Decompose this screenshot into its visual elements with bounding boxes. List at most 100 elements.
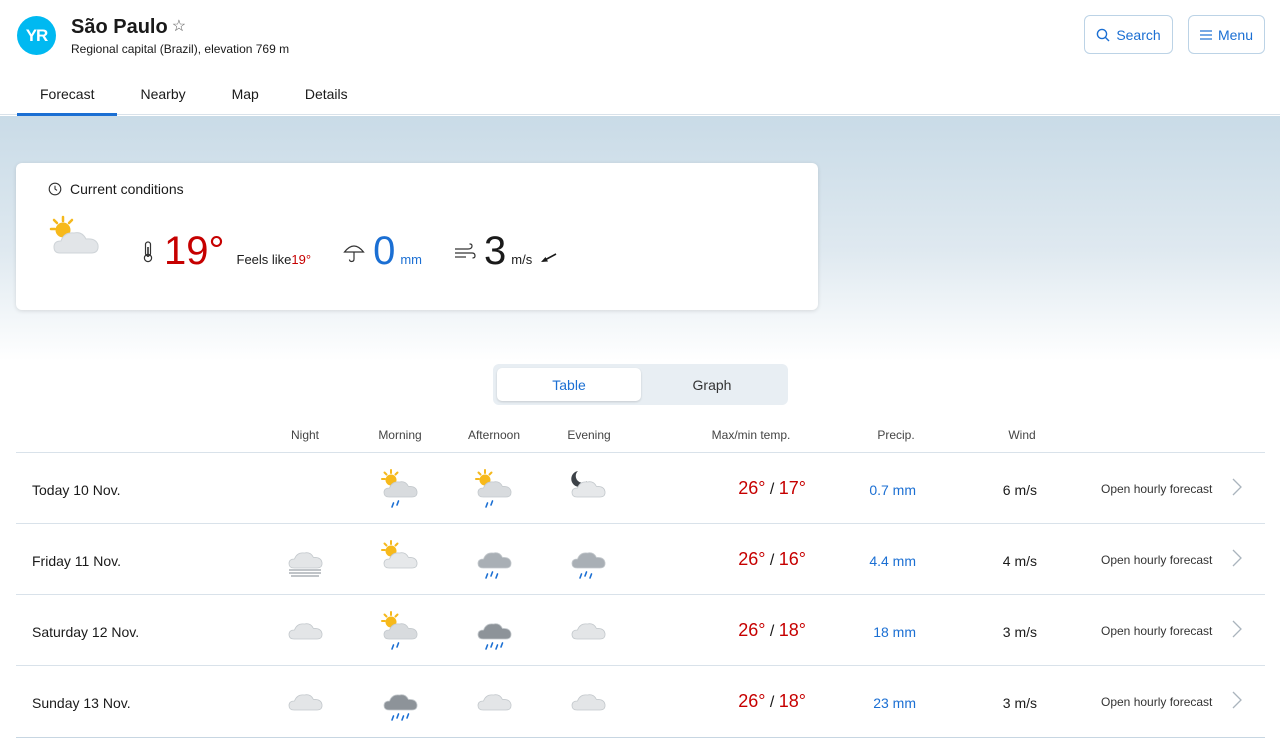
cloudy-night-icon — [566, 467, 610, 511]
temp-separator: / — [765, 623, 779, 640]
row-day-label: Sunday 13 Nov. — [32, 695, 131, 711]
location-tabs: Forecast Nearby Map Details — [17, 80, 371, 116]
row-wind: 3 m/s — [1002, 624, 1037, 640]
column-max-min-temp: Max/min temp. — [711, 428, 791, 442]
cloudy-icon — [283, 609, 327, 653]
partly-cloudy-light-rain-icon — [472, 467, 516, 511]
wind-unit: m/s — [511, 252, 533, 267]
chevron-right-icon[interactable] — [1232, 691, 1242, 709]
search-icon — [1097, 28, 1110, 41]
open-hourly-forecast-link[interactable]: Open hourly forecast — [1101, 553, 1212, 567]
current-wind-speed: 3 — [484, 229, 507, 273]
tab-forecast[interactable]: Forecast — [17, 80, 118, 116]
row-precipitation: 4.4 mm — [869, 553, 916, 569]
current-temperature: 19° — [164, 229, 225, 273]
current-conditions-card: Current conditions 19° Feels like 19° 0 … — [16, 163, 818, 310]
row-wind: 4 m/s — [1002, 553, 1037, 569]
cloudy-icon — [283, 680, 327, 724]
max-temp: 26° — [738, 549, 766, 569]
row-max-min-temp: 26° / 18° — [706, 620, 806, 641]
open-hourly-forecast-link[interactable]: Open hourly forecast — [1101, 695, 1212, 709]
current-conditions-label: Current conditions — [70, 181, 184, 197]
hamburger-icon — [1199, 29, 1212, 40]
forecast-row-today[interactable]: Today 10 Nov. 26° / 17° 0.7 mm 6 m/s Ope… — [16, 453, 1265, 524]
chevron-right-icon[interactable] — [1232, 478, 1242, 496]
row-day-label: Friday 11 Nov. — [32, 553, 121, 569]
fog-icon — [283, 538, 327, 582]
site-header: YR São Paulo ☆ Regional capital (Brazil),… — [0, 0, 1280, 116]
partly-cloudy-light-rain-icon — [378, 467, 422, 511]
cloudy-icon — [472, 680, 516, 724]
column-evening: Evening — [567, 428, 611, 442]
max-temp: 26° — [738, 478, 766, 498]
heavy-rain-icon — [472, 609, 516, 653]
partly-cloudy-day-icon — [49, 215, 99, 254]
row-divider — [16, 737, 1265, 738]
temp-separator: / — [765, 694, 779, 711]
partly-cloudy-day-icon — [378, 538, 422, 582]
chevron-right-icon[interactable] — [1232, 549, 1242, 567]
umbrella-icon — [343, 244, 365, 262]
tab-map[interactable]: Map — [209, 80, 282, 115]
column-morning: Morning — [378, 428, 422, 442]
wind-icon — [455, 242, 476, 259]
light-rain-icon — [472, 538, 516, 582]
forecast-row-sunday[interactable]: Sunday 13 Nov. 26° / 18° 23 mm 3 m/s Ope… — [16, 666, 1265, 737]
chevron-right-icon[interactable] — [1232, 620, 1242, 638]
column-night: Night — [290, 428, 319, 442]
wind-direction-arrow-icon — [541, 253, 557, 262]
view-toggle: Table Graph — [493, 364, 788, 405]
thermometer-icon — [143, 240, 153, 262]
row-max-min-temp: 26° / 17° — [706, 478, 806, 499]
open-hourly-forecast-link[interactable]: Open hourly forecast — [1101, 482, 1212, 496]
min-temp: 18° — [778, 691, 806, 711]
star-icon[interactable]: ☆ — [172, 16, 186, 36]
row-precipitation: 23 mm — [873, 695, 916, 711]
temp-separator: / — [765, 552, 779, 569]
row-wind: 6 m/s — [1002, 482, 1037, 498]
cloudy-icon — [566, 680, 610, 724]
row-wind: 3 m/s — [1002, 695, 1037, 711]
current-values: 19° Feels like 19° 0 mm 3 m/s — [142, 229, 558, 274]
tab-details[interactable]: Details — [282, 80, 371, 115]
search-label: Search — [1116, 26, 1161, 43]
row-day-label: Today 10 Nov. — [32, 482, 121, 498]
column-precipitation: Precip. — [877, 428, 915, 442]
partly-cloudy-light-rain-icon — [378, 609, 422, 653]
feels-like-label: Feels like — [236, 252, 292, 267]
temp-separator: / — [765, 481, 779, 498]
tab-nearby[interactable]: Nearby — [117, 80, 208, 115]
max-temp: 26° — [738, 691, 766, 711]
feels-like-value: 19° — [291, 252, 312, 267]
place-subtitle: Regional capital (Brazil), elevation 769… — [71, 42, 290, 56]
row-day-label: Saturday 12 Nov. — [32, 624, 140, 640]
open-hourly-forecast-link[interactable]: Open hourly forecast — [1101, 624, 1212, 638]
current-conditions-heading: Current conditions — [48, 181, 184, 197]
light-rain-icon — [566, 538, 610, 582]
min-temp: 16° — [778, 549, 806, 569]
forecast-row-friday[interactable]: Friday 11 Nov. 26° / 16° 4.4 mm 4 m/s Op… — [16, 524, 1265, 595]
heavy-rain-icon — [378, 680, 422, 724]
menu-button[interactable]: Menu — [1188, 15, 1265, 54]
column-afternoon: Afternoon — [467, 428, 521, 442]
max-temp: 26° — [738, 620, 766, 640]
search-button[interactable]: Search — [1084, 15, 1173, 54]
current-precipitation: 0 — [373, 229, 396, 273]
clock-icon — [48, 182, 62, 196]
min-temp: 17° — [778, 478, 806, 498]
row-max-min-temp: 26° / 16° — [706, 549, 806, 570]
table-view-button[interactable]: Table — [497, 368, 641, 401]
precipitation-unit: mm — [400, 252, 423, 267]
column-wind: Wind — [1008, 428, 1036, 442]
yr-logo[interactable]: YR — [17, 16, 56, 55]
row-max-min-temp: 26° / 18° — [706, 691, 806, 712]
graph-view-button[interactable]: Graph — [640, 368, 784, 401]
menu-label: Menu — [1217, 26, 1254, 43]
cloudy-icon — [566, 609, 610, 653]
row-precipitation: 18 mm — [873, 624, 916, 640]
row-precipitation: 0.7 mm — [869, 482, 916, 498]
place-name: São Paulo — [71, 16, 168, 38]
forecast-row-saturday[interactable]: Saturday 12 Nov. 26° / 18° 18 mm 3 m/s O… — [16, 595, 1265, 666]
min-temp: 18° — [778, 620, 806, 640]
location-title: São Paulo ☆ Regional capital (Brazil), el… — [71, 16, 289, 56]
